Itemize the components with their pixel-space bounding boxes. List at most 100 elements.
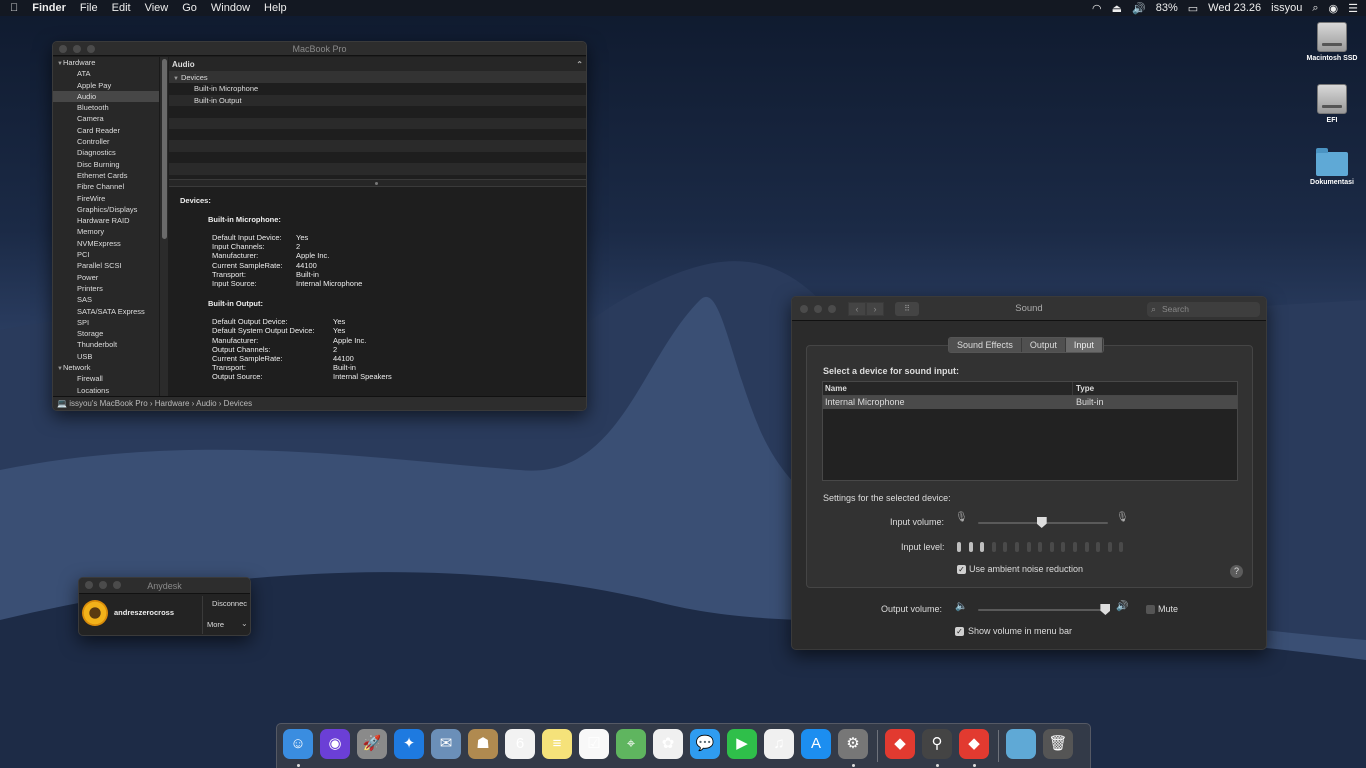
anydesk-icon[interactable]: ◆ — [885, 729, 915, 759]
anydesk-running-icon[interactable]: ◆ — [959, 729, 989, 759]
menu-go[interactable]: Go — [182, 2, 197, 14]
app-store-icon[interactable]: A — [801, 729, 831, 759]
tree-item-built-in-output[interactable]: Built-in Output — [169, 94, 586, 107]
tree-item-built-in-microphone[interactable]: Built-in Microphone — [169, 83, 586, 94]
sidebar-item-firewire[interactable]: FireWire — [53, 193, 159, 204]
scrollbar-thumb[interactable] — [162, 59, 167, 239]
table-row[interactable]: Internal Microphone Built-in — [823, 396, 1237, 409]
more-button[interactable]: More — [207, 620, 224, 629]
sidebar-item-bluetooth[interactable]: Bluetooth — [53, 102, 159, 113]
sidebar-item-diagnostics[interactable]: Diagnostics — [53, 147, 159, 158]
apple-menu-icon[interactable]:  — [10, 2, 18, 14]
minimize-button[interactable] — [73, 45, 81, 53]
reminders-icon[interactable]: ☑ — [579, 729, 609, 759]
sidebar-group-hardware[interactable]: Hardware — [53, 57, 159, 68]
sidebar-item-memory[interactable]: Memory — [53, 226, 159, 237]
split-view-divider[interactable] — [169, 179, 586, 187]
desktop-icon-efi[interactable]: EFI — [1300, 84, 1364, 124]
output-volume-knob[interactable] — [1100, 604, 1111, 615]
photos-icon[interactable]: ✿ — [653, 729, 683, 759]
system-preferences-icon[interactable]: ⚙ — [838, 729, 868, 759]
zoom-button[interactable] — [113, 581, 121, 589]
sort-ascending-icon[interactable]: ⌃ — [576, 57, 583, 72]
messages-icon[interactable]: 💬 — [690, 729, 720, 759]
sidebar-item-controller[interactable]: Controller — [53, 136, 159, 147]
menu-edit[interactable]: Edit — [112, 2, 131, 14]
desktop-icon-dokumentasi[interactable]: Dokumentasi — [1300, 148, 1364, 186]
sidebar-item-hardware-raid[interactable]: Hardware RAID — [53, 215, 159, 226]
input-volume-knob[interactable] — [1036, 517, 1047, 528]
sidebar-item-ethernet-cards[interactable]: Ethernet Cards — [53, 170, 159, 181]
mail-icon[interactable]: ✉ — [431, 729, 461, 759]
sidebar-item-disc-burning[interactable]: Disc Burning — [53, 159, 159, 170]
sidebar-item-fibre-channel[interactable]: Fibre Channel — [53, 181, 159, 192]
chevron-down-icon[interactable]: ⌄ — [241, 619, 248, 628]
path-bar-text[interactable]: issyou's MacBook Pro › Hardware › Audio … — [69, 399, 252, 408]
ios-app-installer-icon[interactable]: ⚲ — [922, 729, 952, 759]
close-button[interactable] — [59, 45, 67, 53]
ambient-noise-checkbox[interactable]: ✓ — [957, 565, 966, 574]
window-titlebar[interactable]: ‹ › ⠿ Sound ⌕ Search — [792, 297, 1266, 321]
tab-output[interactable]: Output — [1021, 338, 1066, 352]
documents-folder-icon[interactable] — [1006, 729, 1036, 759]
mute-checkbox[interactable] — [1146, 605, 1155, 614]
user-menu[interactable]: issyou — [1271, 2, 1302, 14]
itunes-icon[interactable]: ♫ — [764, 729, 794, 759]
close-button[interactable] — [85, 581, 93, 589]
show-volume-checkbox[interactable]: ✓ — [955, 627, 964, 636]
safari-icon[interactable]: ✦ — [394, 729, 424, 759]
sidebar-item-pci[interactable]: PCI — [53, 249, 159, 260]
show-all-grid-icon[interactable]: ⠿ — [895, 302, 919, 316]
sidebar-item-apple-pay[interactable]: Apple Pay — [53, 80, 159, 91]
sidebar-item-nvmexpress[interactable]: NVMExpress — [53, 238, 159, 249]
tab-sound-effects[interactable]: Sound Effects — [949, 338, 1022, 352]
notification-center-icon[interactable]: ☰ — [1348, 2, 1358, 15]
sidebar-group-network[interactable]: Network — [53, 362, 159, 373]
sidebar-item-ata[interactable]: ATA — [53, 68, 159, 79]
tree-devices[interactable]: Devices — [169, 72, 586, 84]
minimize-button[interactable] — [814, 305, 822, 313]
battery-icon[interactable]: ▭ — [1188, 2, 1198, 15]
zoom-button[interactable] — [828, 305, 836, 313]
column-header-name[interactable]: Name — [823, 382, 1073, 395]
output-volume-slider[interactable] — [978, 609, 1108, 611]
minimize-button[interactable] — [99, 581, 107, 589]
launchpad-icon[interactable]: 🚀 — [357, 729, 387, 759]
tab-input[interactable]: Input — [1065, 338, 1103, 352]
sidebar-item-locations[interactable]: Locations — [53, 385, 159, 396]
siri-icon[interactable]: ◉ — [320, 729, 350, 759]
spotlight-search-icon[interactable]: ⌕ — [1312, 2, 1318, 15]
sidebar-item-audio[interactable]: Audio — [53, 90, 159, 103]
menu-finder[interactable]: Finder — [32, 2, 66, 14]
menu-window[interactable]: Window — [211, 2, 250, 14]
close-button[interactable] — [800, 305, 808, 313]
sidebar-item-power[interactable]: Power — [53, 272, 159, 283]
disconnect-button[interactable]: Disconnec — [212, 599, 247, 608]
sidebar-item-sas[interactable]: SAS — [53, 294, 159, 305]
forward-button[interactable]: › — [866, 302, 884, 316]
sidebar-item-parallel-scsi[interactable]: Parallel SCSI — [53, 260, 159, 271]
facetime-icon[interactable]: ▶ — [727, 729, 757, 759]
sidebar-item-thunderbolt[interactable]: Thunderbolt — [53, 339, 159, 350]
eject-icon[interactable]: ⏏ — [1112, 2, 1122, 15]
clock[interactable]: Wed 23.26 — [1208, 2, 1261, 14]
search-input[interactable]: ⌕ Search — [1147, 302, 1260, 317]
sidebar-item-spi[interactable]: SPI — [53, 317, 159, 328]
column-header-type[interactable]: Type — [1073, 382, 1094, 395]
zoom-button[interactable] — [87, 45, 95, 53]
calendar-icon[interactable]: 6 — [505, 729, 535, 759]
maps-icon[interactable]: ⌖ — [616, 729, 646, 759]
window-titlebar[interactable]: Anydesk — [79, 578, 250, 594]
sidebar-item-card-reader[interactable]: Card Reader — [53, 125, 159, 136]
menu-file[interactable]: File — [80, 2, 98, 14]
volume-icon[interactable]: 🔊 — [1132, 2, 1146, 15]
help-button[interactable]: ? — [1230, 565, 1243, 578]
sidebar-item-usb[interactable]: USB — [53, 351, 159, 362]
battery-percent[interactable]: 83% — [1156, 2, 1178, 14]
sidebar-item-sata-sata-express[interactable]: SATA/SATA Express — [53, 306, 159, 317]
sidebar-scrollbar[interactable] — [159, 57, 168, 398]
contacts-icon[interactable]: ☗ — [468, 729, 498, 759]
wifi-icon[interactable]: ◠ — [1092, 2, 1102, 15]
menu-view[interactable]: View — [145, 2, 169, 14]
sidebar-item-storage[interactable]: Storage — [53, 328, 159, 339]
